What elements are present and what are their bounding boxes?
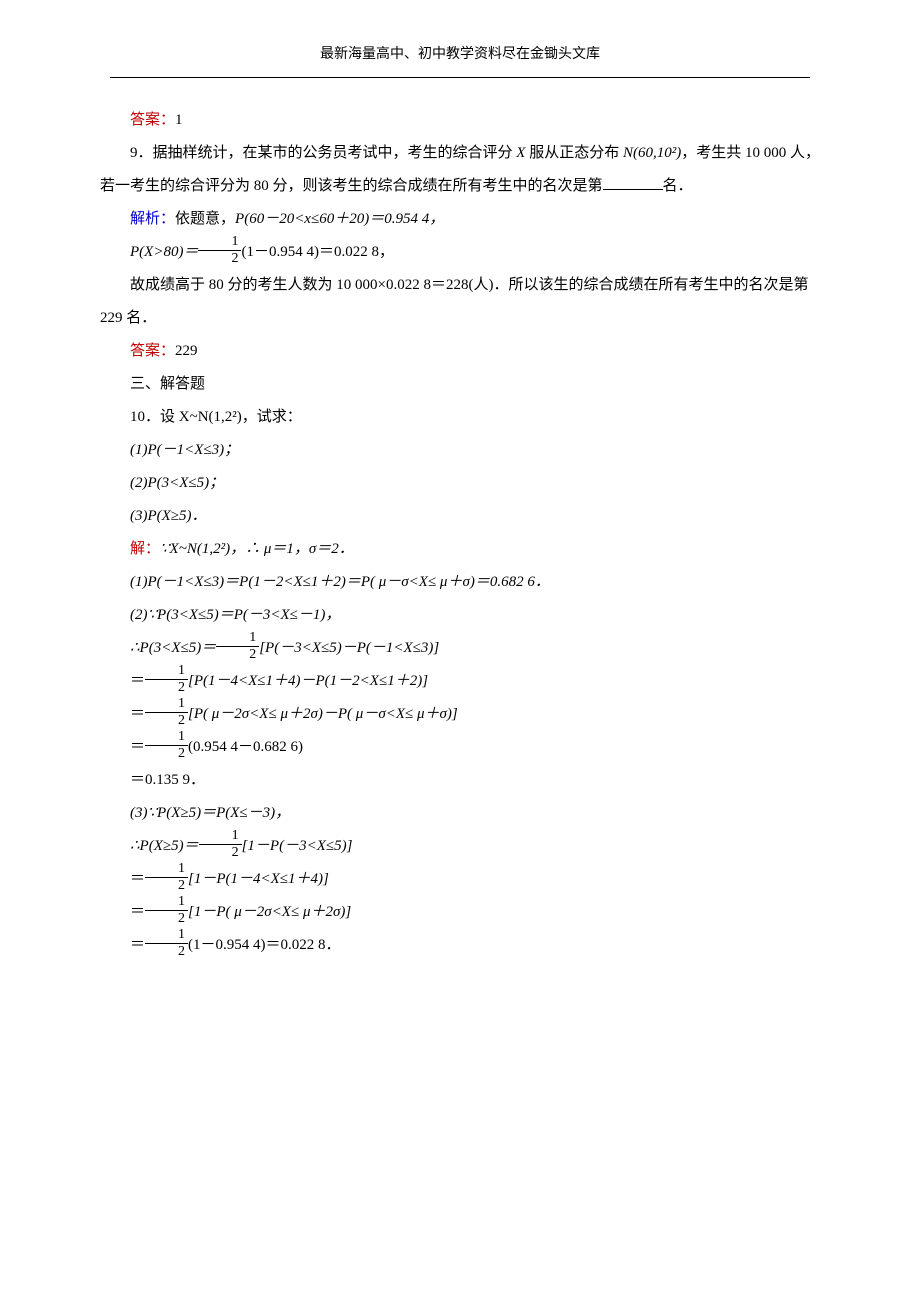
answer-value: 229 bbox=[175, 343, 198, 359]
fraction-half: 12 bbox=[145, 696, 188, 728]
fraction-half: 12 bbox=[145, 663, 188, 695]
q10-l3b: [P(－3<X≤5)－P(－1<X≤3)] bbox=[259, 640, 439, 656]
q10-l9a: ∴P(X≥5)＝ bbox=[130, 838, 199, 854]
q10-l9b: [1－P(－3<X≤5)] bbox=[242, 838, 353, 854]
q10-l3a: ∴P(3<X≤5)＝ bbox=[130, 640, 216, 656]
q10-l6: ＝12(0.954 4－0.682 6) bbox=[100, 731, 820, 764]
q9-parse-line2: P(X>80)＝12(1－0.954 4)＝0.022 8， bbox=[100, 236, 820, 269]
q10-l11b: [1－P( μ－2σ<X≤ μ＋2σ)] bbox=[188, 904, 351, 920]
q10-l10: ＝12[1－P(1－4<X≤1＋4)] bbox=[100, 863, 820, 896]
q10-l6a: ＝ bbox=[130, 739, 145, 755]
answer-value: 1 bbox=[175, 112, 183, 128]
q10-l4: ＝12[P(1－4<X≤1＋4)－P(1－2<X≤1＋2)] bbox=[100, 665, 820, 698]
parse-label: 解析： bbox=[130, 211, 175, 227]
fraction-half: 12 bbox=[145, 894, 188, 926]
q9-parse-line1: 解析：依题意，P(60－20<x≤60＋20)＝0.954 4， bbox=[100, 203, 820, 236]
solve-label: 解： bbox=[130, 541, 160, 557]
fraction-half: 12 bbox=[145, 927, 188, 959]
question-10-stem: 10．设 X~N(1,2²)，试求： bbox=[100, 401, 820, 434]
answer-8: 答案：1 bbox=[100, 104, 820, 137]
page-header: 最新海量高中、初中教学资料尽在金锄头文库 bbox=[100, 40, 820, 71]
fraction-half: 12 bbox=[216, 630, 259, 662]
q10-l12: ＝12(1－0.954 4)＝0.022 8． bbox=[100, 929, 820, 962]
q10-l4a: ＝ bbox=[130, 673, 145, 689]
fill-blank bbox=[603, 174, 663, 190]
q10-l12b: (1－0.954 4)＝0.022 8． bbox=[188, 937, 341, 953]
q10-l9: ∴P(X≥5)＝12[1－P(－3<X≤5)] bbox=[100, 830, 820, 863]
q9-parse1: 依题意， bbox=[175, 211, 235, 227]
q10-stem: 10．设 X~N(1,2²)，试求： bbox=[130, 409, 302, 425]
question-9-stem: 9．据抽样统计，在某市的公务员考试中，考生的综合评分 X 服从正态分布 N(60… bbox=[100, 137, 820, 203]
q9-text1: 9．据抽样统计，在某市的公务员考试中，考生的综合评分 bbox=[130, 145, 516, 161]
q9-text2: 服从正态分布 bbox=[529, 145, 623, 161]
q10-solve-line0: 解：∵X~N(1,2²)，∴ μ＝1，σ＝2． bbox=[100, 533, 820, 566]
answer-label: 答案： bbox=[130, 343, 175, 359]
q10-l10b: [1－P(1－4<X≤1＋4)] bbox=[188, 871, 329, 887]
answer-label: 答案： bbox=[130, 112, 175, 128]
q10-l10a: ＝ bbox=[130, 871, 145, 887]
q10-l5a: ＝ bbox=[130, 706, 145, 722]
q10-l11: ＝12[1－P( μ－2σ<X≤ μ＋2σ)] bbox=[100, 896, 820, 929]
fraction-half: 12 bbox=[199, 828, 242, 860]
q10-l5b: [P( μ－2σ<X≤ μ＋2σ)－P( μ－σ<X≤ μ＋σ)] bbox=[188, 706, 458, 722]
q10-part1: (1)P(－1<X≤3)； bbox=[100, 434, 820, 467]
q9-parse-line3: 故成绩高于 80 分的考生人数为 10 000×0.022 8＝228(人)．所… bbox=[100, 269, 820, 335]
header-rule bbox=[110, 77, 810, 78]
q9-parse-eq1: P(60－20<x≤60＋20)＝0.954 4， bbox=[235, 211, 444, 227]
q9-eq2b: (1－0.954 4)＝0.022 8， bbox=[241, 244, 394, 260]
q10-l6b: (0.954 4－0.682 6) bbox=[188, 739, 303, 755]
q10-l8: (3)∵P(X≥5)＝P(X≤－3)， bbox=[100, 797, 820, 830]
q9-text4: 名． bbox=[663, 178, 693, 194]
fraction-half: 12 bbox=[145, 729, 188, 761]
q10-l12a: ＝ bbox=[130, 937, 145, 953]
q10-l11a: ＝ bbox=[130, 904, 145, 920]
q10-l0: ∵X~N(1,2²)，∴ μ＝1，σ＝2． bbox=[160, 541, 354, 557]
q10-part3: (3)P(X≥5)． bbox=[100, 500, 820, 533]
fraction-half: 12 bbox=[145, 861, 188, 893]
q10-l2: (2)∵P(3<X≤5)＝P(－3<X≤－1)， bbox=[100, 599, 820, 632]
q10-l5: ＝12[P( μ－2σ<X≤ μ＋2σ)－P( μ－σ<X≤ μ＋σ)] bbox=[100, 698, 820, 731]
q10-l1: (1)P(－1<X≤3)＝P(1－2<X≤1＋2)＝P( μ－σ<X≤ μ＋σ)… bbox=[100, 566, 820, 599]
fraction-half: 12 bbox=[198, 234, 241, 266]
answer-9: 答案：229 bbox=[100, 335, 820, 368]
q10-part2: (2)P(3<X≤5)； bbox=[100, 467, 820, 500]
section-3-heading: 三、解答题 bbox=[100, 368, 820, 401]
q10-l3: ∴P(3<X≤5)＝12[P(－3<X≤5)－P(－1<X≤3)] bbox=[100, 632, 820, 665]
q10-l7: ＝0.135 9． bbox=[100, 764, 820, 797]
q9-eq2a: P(X>80)＝ bbox=[130, 244, 198, 260]
q10-l4b: [P(1－4<X≤1＋4)－P(1－2<X≤1＋2)] bbox=[188, 673, 428, 689]
q9-dist: N(60,10²) bbox=[623, 145, 681, 161]
page-content: 最新海量高中、初中教学资料尽在金锄头文库 答案：1 9．据抽样统计，在某市的公务… bbox=[0, 0, 920, 1022]
